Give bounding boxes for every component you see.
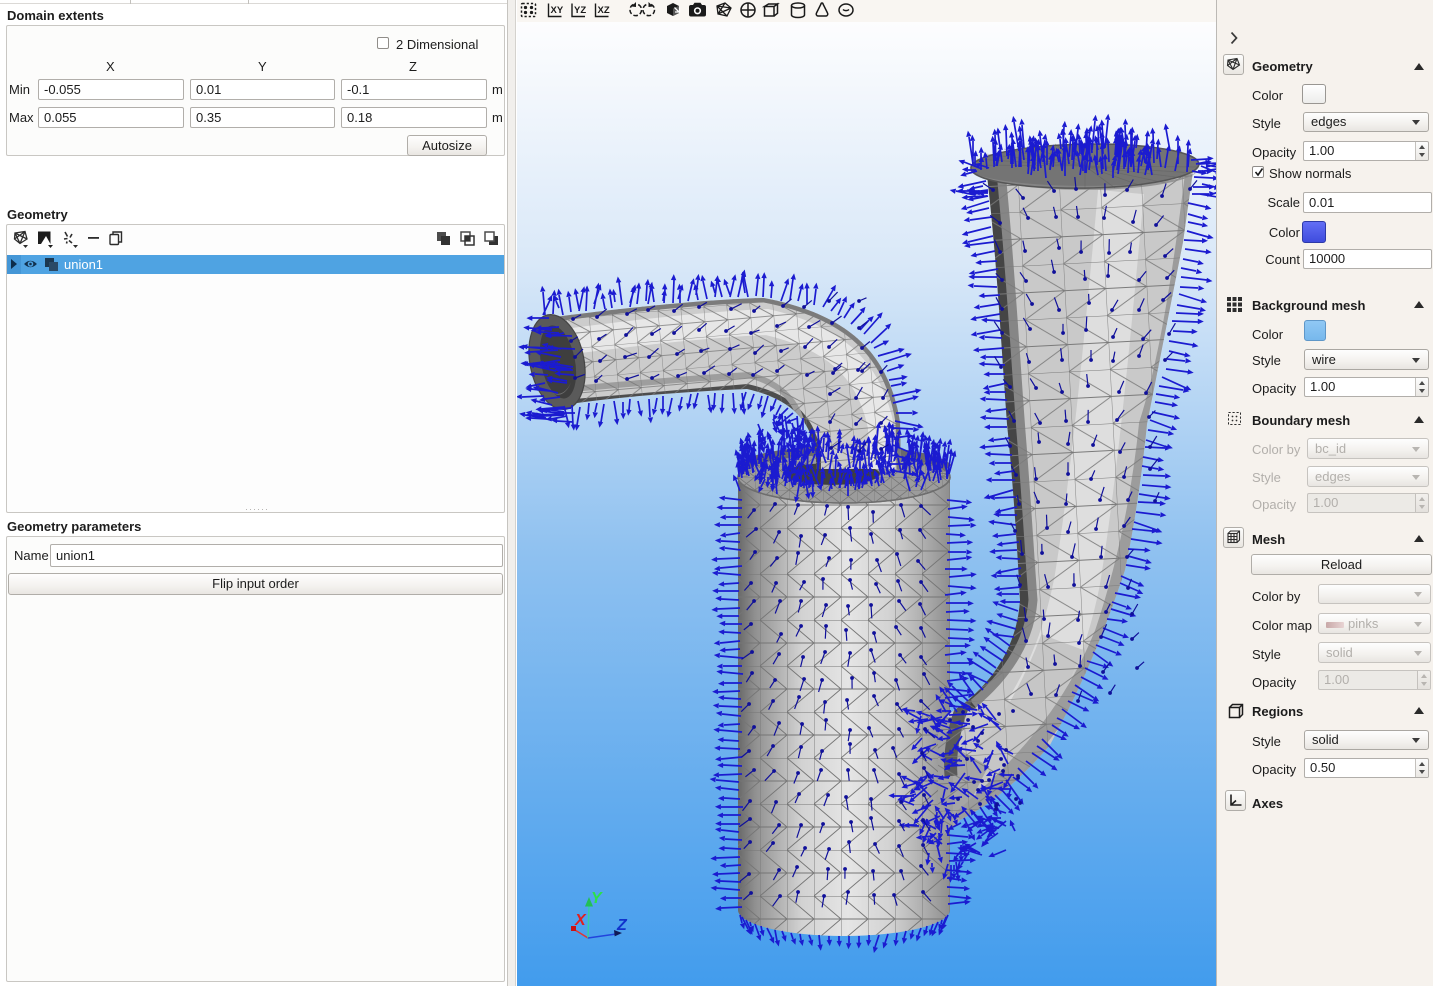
svg-text:XZ: XZ bbox=[598, 5, 610, 16]
svg-text:Z: Z bbox=[616, 917, 628, 934]
svg-text:XY: XY bbox=[551, 5, 564, 16]
svg-text:YZ: YZ bbox=[574, 5, 586, 16]
svg-text:X: X bbox=[574, 912, 587, 929]
svg-text:Y: Y bbox=[591, 890, 603, 907]
